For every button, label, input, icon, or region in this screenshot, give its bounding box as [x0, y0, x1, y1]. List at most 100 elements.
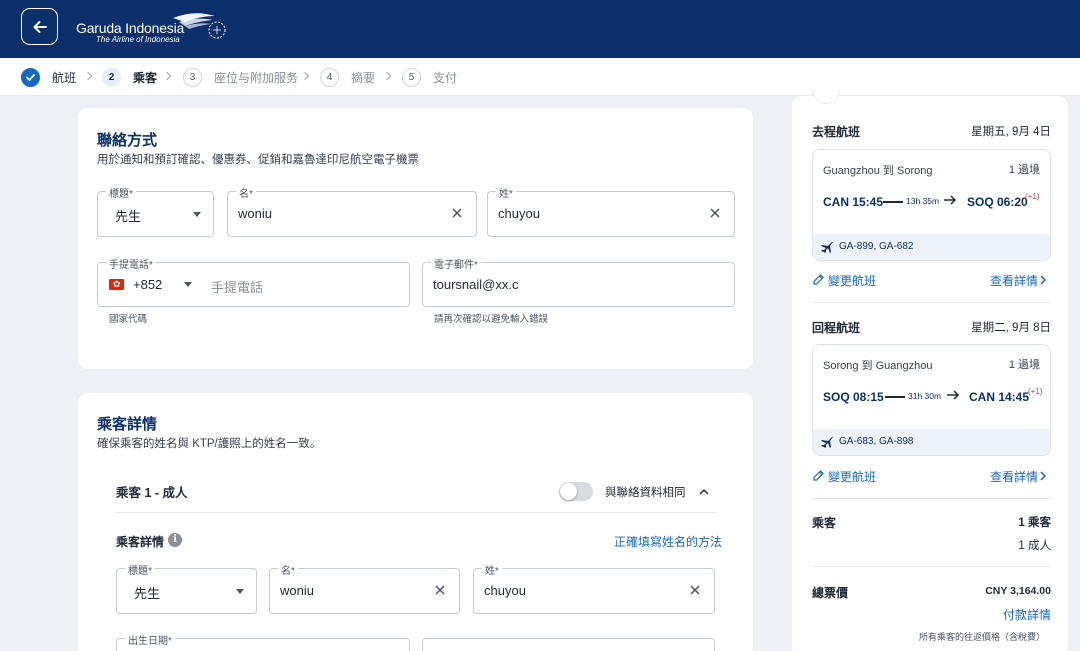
- return-details-link[interactable]: 查看詳情: [990, 468, 1038, 485]
- divider: [812, 302, 1051, 303]
- plane-icon: [821, 242, 833, 253]
- duration-line: [885, 396, 905, 398]
- info-icon[interactable]: i: [168, 533, 182, 547]
- caret-down-icon[interactable]: [184, 282, 192, 287]
- email-value: toursnail@xx.c: [433, 277, 519, 292]
- passenger-dob-field[interactable]: 出生日期*: [116, 632, 410, 651]
- clear-icon[interactable]: [433, 583, 447, 597]
- summary-passenger-breakdown: 1 成人: [1018, 540, 1051, 552]
- clear-icon[interactable]: [708, 206, 722, 220]
- flight-numbers: GA-683, GA-898: [839, 436, 914, 447]
- step-number: 3: [183, 68, 202, 87]
- step-flights[interactable]: 航班: [21, 68, 76, 87]
- name-help-link[interactable]: 正確填寫姓名的方法: [614, 533, 722, 550]
- duration-line: [883, 201, 903, 203]
- step-payment[interactable]: 5 支付: [402, 68, 457, 87]
- step-passengers[interactable]: 2 乘客: [102, 68, 157, 87]
- flight-stops: 1 過境: [1008, 359, 1040, 371]
- passenger-subtitle: 確保乘客的姓名與 KTP/護照上的姓名一致。: [97, 438, 322, 450]
- contact-last-name-field[interactable]: 姓* chuyou: [487, 185, 735, 237]
- outbound-change-link[interactable]: 變更航班: [828, 272, 876, 289]
- chevron-up-icon[interactable]: [697, 485, 711, 499]
- field-label: 標題*: [125, 562, 155, 577]
- contact-salutation-select[interactable]: 標題* 先生: [97, 185, 214, 237]
- chevron-right-icon: [300, 71, 310, 81]
- plane-icon: [821, 437, 833, 448]
- step-label-flights: 航班: [52, 71, 77, 85]
- flight-numbers: GA-899, GA-682: [839, 241, 914, 252]
- same-as-contact-label: 與聯絡資料相同: [605, 487, 686, 499]
- field-label: 標題*: [106, 185, 136, 200]
- step-number: 4: [320, 68, 339, 87]
- divider: [812, 566, 1051, 567]
- chevron-right-icon[interactable]: [1038, 275, 1048, 285]
- edit-icon[interactable]: [812, 469, 825, 482]
- flight-arrival: CAN 14:45: [969, 390, 1030, 404]
- contact-email-field[interactable]: 電子郵件* toursnail@xx.c: [422, 256, 735, 307]
- arrow-right-icon: [947, 390, 960, 400]
- same-as-contact-toggle[interactable]: [559, 482, 593, 501]
- clear-icon[interactable]: [450, 206, 464, 220]
- email-helper: 請再次確認以避免輸入錯誤: [434, 314, 549, 325]
- passenger-salutation-select[interactable]: 標題* 先生: [116, 562, 257, 614]
- clear-icon[interactable]: [688, 583, 702, 597]
- return-flight-card: Sorong 到 Guangzhou 1 過境 SOQ 08:15 31h 30…: [812, 344, 1051, 456]
- header-bar: Garuda Indonesia The Airline of Indonesi…: [0, 0, 1080, 58]
- last-name-value: chuyou: [484, 583, 526, 598]
- total-fare-amount: CNY 3,164.00: [985, 585, 1051, 597]
- brand-tagline: The Airline of Indonesia: [96, 35, 180, 44]
- divider: [812, 498, 1051, 499]
- step-summary[interactable]: 4 摘要: [320, 68, 375, 87]
- flight-stops: 1 過境: [1008, 164, 1040, 176]
- passenger-last-name-field[interactable]: 姓* chuyou: [473, 562, 715, 614]
- field-label: 名*: [278, 562, 298, 577]
- return-date: 星期二, 9月 8日: [971, 322, 1051, 334]
- phone-placeholder: 手提電話: [211, 280, 264, 295]
- outbound-flight-card: Guangzhou 到 Sorong 1 過境 CAN 15:45 13h 35…: [812, 149, 1051, 261]
- edit-icon[interactable]: [812, 273, 825, 286]
- flight-route: Sorong 到 Guangzhou: [823, 360, 933, 372]
- contact-first-name-field[interactable]: 名* woniu: [227, 185, 477, 237]
- contact-phone-field[interactable]: 手提電話* ✿ +852 手提電話: [97, 256, 410, 307]
- passenger-first-name-field[interactable]: 名* woniu: [269, 562, 460, 614]
- field-label: 手提電話*: [106, 256, 156, 271]
- back-button[interactable]: [21, 8, 58, 45]
- chevron-right-icon: [382, 71, 392, 81]
- step-number: 2: [102, 68, 121, 87]
- step-label-passengers: 乘客: [133, 71, 158, 85]
- brand-name: Garuda Indonesia: [76, 20, 185, 36]
- total-fare-note: 所有乘客的往返價格（含稅費）: [918, 632, 1045, 642]
- chevron-right-icon[interactable]: [1038, 471, 1048, 481]
- flight-numbers-bar: GA-899, GA-682: [813, 234, 1050, 260]
- divider: [116, 512, 716, 513]
- step-seats[interactable]: 3 座位与附加服务: [183, 68, 298, 87]
- passenger-details-label: 乘客詳情: [116, 535, 165, 549]
- salutation-value: 先生: [115, 209, 142, 224]
- payment-details-link[interactable]: 付款詳情: [1003, 606, 1051, 623]
- contact-title: 聯絡方式: [97, 132, 158, 149]
- contact-subtitle: 用於通知和預訂確認、優惠券、促銷和嘉魯達印尼航空電子機票: [97, 154, 419, 166]
- arrow-right-icon: [944, 195, 957, 205]
- booking-stepper: 航班 2 乘客 3 座位与附加服务 4 摘要 5 支付: [0, 58, 1080, 96]
- garuda-bird-icon: [173, 13, 226, 39]
- country-code[interactable]: +852: [133, 277, 162, 292]
- chevron-right-icon: [83, 71, 93, 81]
- field-label: 名*: [236, 185, 256, 200]
- step-label-summary: 摘要: [351, 71, 376, 85]
- contact-card: [78, 108, 753, 369]
- flight-departure: CAN 15:45: [823, 195, 884, 209]
- plus-day: (+1): [1025, 192, 1040, 201]
- plus-day: (+1): [1028, 387, 1043, 396]
- flight-numbers-bar: GA-683, GA-898: [813, 429, 1050, 455]
- outbound-details-link[interactable]: 查看詳情: [990, 272, 1038, 289]
- field-label: 出生日期*: [125, 632, 175, 647]
- outbound-heading: 去程航班: [812, 125, 861, 139]
- garuda-logo[interactable]: Garuda Indonesia The Airline of Indonesi…: [76, 10, 236, 46]
- caret-down-icon: [236, 589, 244, 594]
- hong-kong-flag-icon[interactable]: ✿: [109, 279, 124, 290]
- return-change-link[interactable]: 變更航班: [828, 468, 876, 485]
- passenger-extra-field[interactable]: [422, 638, 715, 651]
- outbound-date: 星期五, 9月 4日: [971, 126, 1051, 138]
- passenger-1-heading: 乘客 1 - 成人: [116, 486, 188, 500]
- check-icon: [21, 68, 40, 87]
